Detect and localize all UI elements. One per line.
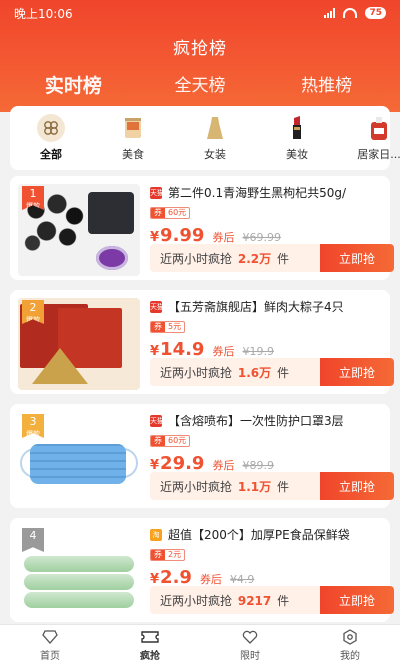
grab-count: 9217	[237, 593, 272, 608]
category-food[interactable]: 美食	[92, 114, 174, 162]
price-line: ¥9.99 券后 ¥69.99	[150, 225, 281, 246]
product-card[interactable]: 3爆款 天猫 【含熔喷布】一次性防护口罩3层 券60元 ¥29.9 券后 ¥89…	[10, 404, 394, 508]
original-price: ¥19.9	[242, 345, 274, 358]
price: 14.9	[160, 339, 205, 360]
category-label: 女装	[204, 148, 226, 161]
price-line: ¥29.9 券后 ¥89.9	[150, 453, 274, 474]
nav-home[interactable]: 首页	[0, 625, 100, 666]
gear-icon	[341, 629, 359, 645]
price: 2.9	[160, 567, 192, 588]
product-title[interactable]: 淘 超值【200个】加厚PE食品保鲜袋	[150, 526, 382, 543]
tab-hot-recommend[interactable]: 热推榜	[272, 71, 382, 98]
coupon-badge: 券 60元	[150, 207, 191, 219]
wifi-icon	[343, 8, 358, 18]
original-price: ¥89.9	[242, 459, 274, 472]
page-title: 疯抢榜	[173, 39, 227, 59]
price: 9.99	[160, 225, 205, 246]
grab-count: 1.1万	[237, 479, 272, 494]
original-price: ¥69.99	[242, 231, 281, 244]
grab-now-button[interactable]: 立即抢	[320, 586, 394, 614]
dress-icon	[201, 114, 229, 142]
status-icons: 75	[324, 7, 386, 19]
ticket-icon	[141, 629, 159, 645]
product-title[interactable]: 天猫 【五芳斋旗舰店】鲜肉大粽子4只	[150, 298, 382, 315]
category-bar: 全部 美食 女装 美妆 居家日...	[10, 106, 400, 170]
rank-tabs: 实时榜 全天榜 热推榜	[0, 71, 400, 110]
product-image[interactable]: 1爆款	[18, 184, 140, 276]
category-makeup[interactable]: 美妆	[256, 114, 338, 162]
tmall-shop-icon: 天猫	[150, 300, 164, 313]
coupon-badge: 券 5元	[150, 321, 186, 333]
category-label: 美妆	[286, 148, 308, 161]
snack-bag-icon	[119, 114, 147, 142]
grab-now-button[interactable]: 立即抢	[320, 472, 394, 500]
category-all[interactable]: 全部	[10, 114, 92, 162]
tmall-shop-icon: 天猫	[150, 414, 164, 427]
status-time: 晚上10:06	[14, 6, 73, 21]
product-image[interactable]: 4	[18, 526, 140, 618]
grab-bar: 近两小时疯抢 2.2万 件 立即抢	[150, 244, 394, 272]
grab-now-button[interactable]: 立即抢	[320, 244, 394, 272]
category-home[interactable]: 居家日...	[338, 114, 400, 162]
tmall-shop-icon: 天猫	[150, 186, 164, 199]
product-title[interactable]: 天猫 【含熔喷布】一次性防护口罩3层	[150, 412, 382, 429]
grab-now-button[interactable]: 立即抢	[320, 358, 394, 386]
battery-icon: 75	[365, 7, 386, 19]
nav-grab[interactable]: 疯抢	[100, 625, 200, 666]
heart-icon	[241, 629, 259, 645]
product-image[interactable]: 3爆款	[18, 412, 140, 504]
header: 晚上10:06 75 疯抢榜 实时榜 全天榜 热推榜	[0, 0, 400, 112]
category-womens-clothing[interactable]: 女装	[174, 114, 256, 162]
grab-count: 1.6万	[237, 365, 272, 380]
grab-count: 2.2万	[237, 251, 272, 266]
category-label: 居家日...	[357, 148, 400, 161]
lipstick-icon	[283, 114, 311, 142]
grab-bar: 近两小时疯抢 1.6万 件 立即抢	[150, 358, 394, 386]
home-diamond-icon	[41, 629, 59, 645]
price-line: ¥14.9 券后 ¥19.9	[150, 339, 274, 360]
category-label: 美食	[122, 148, 144, 161]
product-card[interactable]: 4 淘 超值【200个】加厚PE食品保鲜袋 券 2元 ¥2.9 券后 ¥4.9 近…	[10, 518, 394, 622]
grab-bar: 近两小时疯抢 1.1万 件 立即抢	[150, 472, 394, 500]
price-line: ¥2.9 券后 ¥4.9	[150, 567, 255, 588]
nav-mine[interactable]: 我的	[300, 625, 400, 666]
signal-icon	[324, 8, 336, 18]
bottom-nav: 首页 疯抢 限时 我的	[0, 624, 400, 666]
price: 29.9	[160, 453, 205, 474]
nav-limited[interactable]: 限时	[200, 625, 300, 666]
grab-bar: 近两小时疯抢 9217 件 立即抢	[150, 586, 394, 614]
product-list: 1爆款 天猫 第二件0.1青海野生黑枸杞共50g/ 券60元 ¥9.99 券后 …	[10, 176, 394, 632]
detergent-bottle-icon	[365, 114, 393, 142]
product-image[interactable]: 2爆款	[18, 298, 140, 390]
category-label: 全部	[40, 148, 62, 161]
coupon-badge: 券 2元	[150, 549, 186, 561]
product-title[interactable]: 天猫 第二件0.1青海野生黑枸杞共50g/	[150, 184, 382, 201]
taobao-shop-icon: 淘	[150, 528, 162, 541]
coupon-badge: 券 60元	[150, 435, 191, 447]
product-card[interactable]: 2爆款 天猫 【五芳斋旗舰店】鲜肉大粽子4只 券5元 ¥14.9 券后 ¥19.…	[10, 290, 394, 394]
original-price: ¥4.9	[229, 573, 255, 586]
tab-all-day[interactable]: 全天榜	[145, 71, 255, 98]
tab-realtime[interactable]: 实时榜	[18, 71, 128, 110]
status-bar: 晚上10:06 75	[0, 0, 400, 26]
grid-flower-icon	[37, 114, 65, 142]
product-card[interactable]: 1爆款 天猫 第二件0.1青海野生黑枸杞共50g/ 券60元 ¥9.99 券后 …	[10, 176, 394, 280]
